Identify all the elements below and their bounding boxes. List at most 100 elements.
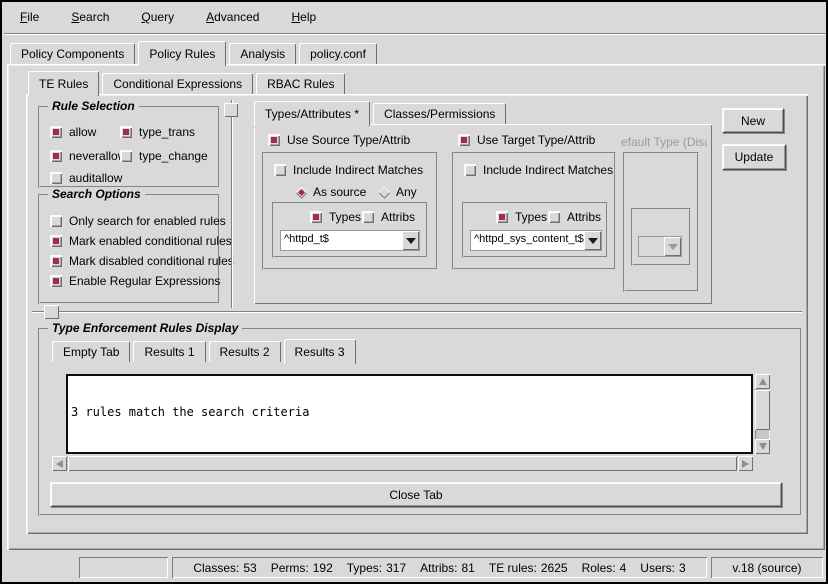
checkbox-indicator [548, 211, 560, 223]
source-type-value[interactable]: ^httpd_t$ [281, 231, 402, 250]
stat-perms: Perms:192 [271, 561, 333, 575]
checkbox-indicator [50, 235, 62, 247]
radio-any[interactable]: Any [380, 185, 417, 199]
default-type-combobox [638, 236, 682, 257]
tab-empty-tab[interactable]: Empty Tab [52, 341, 130, 362]
radio-as-source[interactable]: As source [297, 185, 366, 199]
checkbox-indicator [120, 126, 132, 138]
tab-results-3[interactable]: Results 3 [284, 339, 356, 364]
menu-advanced[interactable]: Advanced [202, 8, 263, 26]
tab-label: Results 1 [144, 345, 194, 359]
checkbox-indicator [362, 211, 374, 223]
tab-label: Analysis [240, 47, 285, 61]
tab-policy-components[interactable]: Policy Components [10, 43, 135, 64]
checkbox-label: type_trans [139, 125, 195, 139]
checkbox-use-target[interactable]: Use Target Type/Attrib [458, 133, 595, 147]
tab-analysis[interactable]: Analysis [229, 43, 296, 64]
target-type-value[interactable]: ^httpd_sys_content_t$ [471, 231, 584, 250]
tab-policy-rules[interactable]: Policy Rules [138, 41, 226, 66]
horizontal-sash-handle[interactable] [44, 305, 59, 319]
results-tab-strip: Empty Tab Results 1 Results 2 Results 3 [52, 338, 359, 362]
checkbox-allow[interactable]: allow [50, 125, 96, 139]
checkbox-use-source[interactable]: Use Source Type/Attrib [268, 133, 410, 147]
rule-selection-group: Rule Selection allow type_trans neverall… [38, 106, 220, 188]
scroll-left-arrow-icon[interactable] [52, 456, 67, 471]
checkbox-target-indirect[interactable]: Include Indirect Matches [464, 163, 613, 177]
checkbox-label: auditallow [69, 171, 122, 185]
checkbox-label: Use Target Type/Attrib [477, 133, 595, 147]
update-button[interactable]: Update [722, 144, 786, 170]
tab-rbac-rules[interactable]: RBAC Rules [256, 73, 345, 94]
dropdown-arrow-icon[interactable] [402, 231, 419, 250]
tab-te-rules[interactable]: TE Rules [28, 71, 99, 96]
checkbox-type-trans[interactable]: type_trans [120, 125, 195, 139]
checkbox-indicator [120, 150, 132, 162]
tab-label: Classes/Permissions [384, 107, 495, 121]
scroll-down-arrow-icon[interactable] [755, 439, 770, 454]
scrollbar-thumb[interactable] [68, 456, 737, 471]
menu-file[interactable]: File [16, 8, 43, 26]
dropdown-arrow-icon[interactable] [584, 231, 601, 250]
checkbox-label: Attribs [567, 210, 601, 224]
checkbox-label: Mark enabled conditional rules [69, 234, 232, 248]
checkbox-mark-enabled[interactable]: Mark enabled conditional rules [50, 234, 232, 248]
checkbox-indicator [50, 172, 62, 184]
tab-results-1[interactable]: Results 1 [133, 341, 205, 362]
rule-tab-strip: TE Rules Conditional Expressions RBAC Ru… [28, 70, 348, 94]
results-summary: 3 rules match the search criteria [71, 405, 748, 419]
default-type-inner-frame [631, 208, 691, 266]
tab-conditional-expressions[interactable]: Conditional Expressions [102, 73, 253, 94]
checkbox-source-indirect[interactable]: Include Indirect Matches [274, 163, 423, 177]
new-button-label: New [741, 114, 765, 128]
checkbox-indicator [268, 134, 280, 146]
checkbox-label: Types [329, 210, 361, 224]
checkbox-type-change[interactable]: type_change [120, 149, 208, 163]
vertical-sash[interactable] [231, 100, 233, 308]
dropdown-arrow-icon [664, 237, 681, 256]
radio-label: Any [396, 185, 417, 199]
checkbox-indicator [464, 164, 476, 176]
stat-te-rules: TE rules:2625 [489, 561, 568, 575]
update-button-label: Update [735, 150, 774, 164]
checkbox-mark-disabled[interactable]: Mark disabled conditional rules [50, 254, 234, 268]
checkbox-enable-regex[interactable]: Enable Regular Expressions [50, 274, 220, 288]
results-text-area[interactable]: 3 rules match the search criteria (5822)… [66, 374, 753, 454]
tab-types-attributes[interactable]: Types/Attributes * [254, 101, 370, 126]
vertical-sash-handle[interactable] [224, 103, 238, 117]
close-tab-button[interactable]: Close Tab [50, 482, 782, 507]
tab-label: RBAC Rules [267, 77, 334, 91]
source-frame: Include Indirect Matches As source Any T… [262, 152, 438, 270]
scroll-up-arrow-icon[interactable] [755, 374, 770, 389]
menu-query[interactable]: Query [137, 8, 178, 26]
checkbox-target-attribs[interactable]: Attribs [548, 210, 601, 224]
checkbox-neverallow[interactable]: neverallow [50, 149, 126, 163]
checkbox-source-attribs[interactable]: Attribs [362, 210, 415, 224]
tab-classes-permissions[interactable]: Classes/Permissions [373, 103, 506, 124]
default-type-frame [623, 152, 699, 292]
menu-bar: File Search Query Advanced Help [4, 2, 828, 32]
checkbox-auditallow[interactable]: auditallow [50, 171, 122, 185]
checkbox-only-enabled[interactable]: Only search for enabled rules [50, 214, 226, 228]
checkbox-target-types[interactable]: Types [496, 210, 547, 224]
target-type-combobox[interactable]: ^httpd_sys_content_t$ [470, 230, 602, 251]
te-display-title: Type Enforcement Rules Display [48, 321, 242, 335]
scroll-right-arrow-icon[interactable] [738, 456, 753, 471]
results-horizontal-scrollbar[interactable] [52, 456, 753, 471]
checkbox-label: Attribs [381, 210, 415, 224]
checkbox-source-types[interactable]: Types [310, 210, 361, 224]
search-options-group: Search Options Only search for enabled r… [38, 194, 220, 304]
tab-results-2[interactable]: Results 2 [209, 341, 281, 362]
menu-search[interactable]: Search [67, 8, 113, 26]
menu-help[interactable]: Help [287, 8, 320, 26]
source-type-combobox[interactable]: ^httpd_t$ [280, 230, 420, 251]
horizontal-sash[interactable] [32, 311, 802, 313]
results-vertical-scrollbar[interactable] [755, 374, 770, 454]
tab-label: Policy Components [21, 47, 124, 61]
checkbox-label: Include Indirect Matches [293, 163, 423, 177]
scrollbar-thumb[interactable] [755, 390, 770, 430]
tab-policy-conf[interactable]: policy.conf [299, 43, 377, 64]
checkbox-indicator [50, 275, 62, 287]
new-button[interactable]: New [722, 108, 784, 133]
tab-label: Empty Tab [63, 345, 119, 359]
default-type-value [639, 237, 664, 256]
